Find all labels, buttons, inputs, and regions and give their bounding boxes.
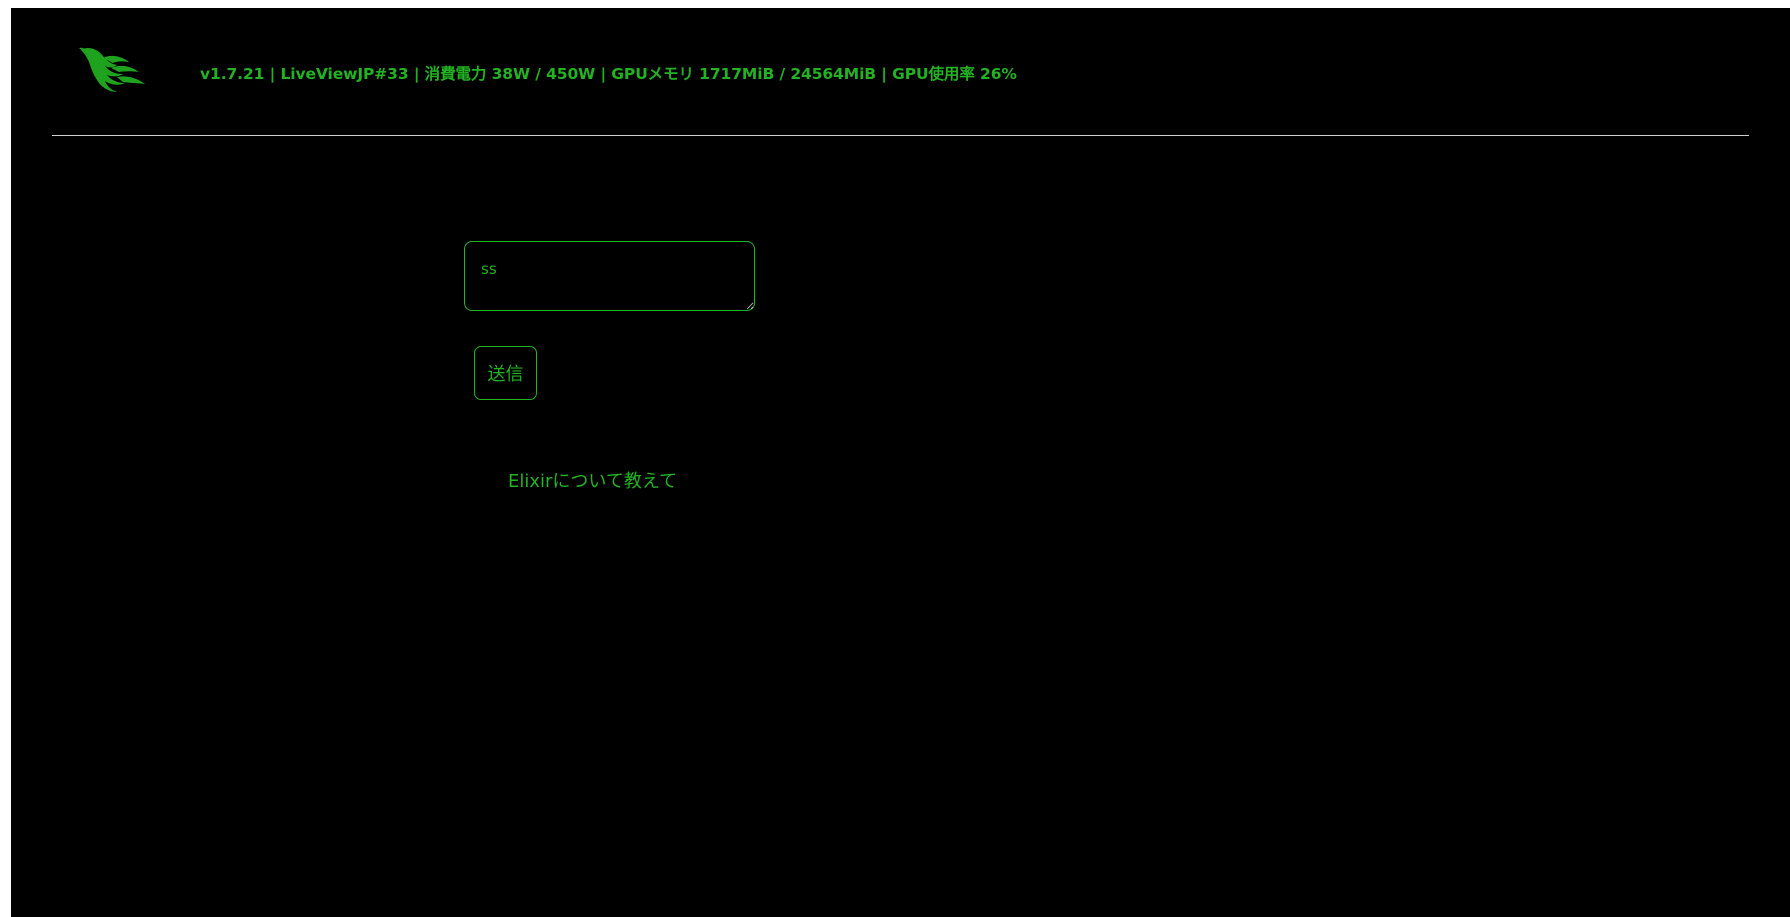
header: v1.7.21 | LiveViewJP#33 | 消費電力 38W / 450… [11,8,1790,136]
prompt-input[interactable]: ss [464,241,755,311]
response-text: Elixirについて教えて [508,471,677,492]
submit-button[interactable]: 送信 [474,346,537,400]
header-status-text: v1.7.21 | LiveViewJP#33 | 消費電力 38W / 450… [200,65,1017,83]
phoenix-logo-icon [79,47,145,92]
app-frame: v1.7.21 | LiveViewJP#33 | 消費電力 38W / 450… [11,8,1790,917]
header-divider [52,135,1749,136]
